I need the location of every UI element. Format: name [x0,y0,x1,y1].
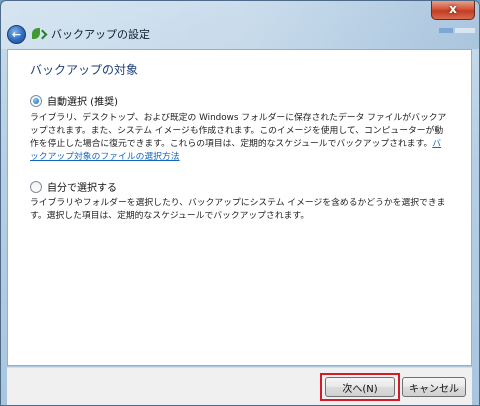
background-window-fragment [439,28,453,33]
background-window-fragment [455,28,475,33]
radio-button-manual[interactable] [30,180,42,193]
option-automatic[interactable]: 自動選択 (推奨) [30,93,118,108]
dialog-title: バックアップの設定 [51,28,150,41]
option-manual-description: ライブラリやフォルダーを選択したり、バックアップにシステム イメージを含めるかど… [30,197,448,223]
button-bar: 次へ(N) キャンセル [7,367,472,405]
next-button-label: 次へ(N) [342,383,378,395]
next-button[interactable]: 次へ(N) [325,377,395,397]
content-panel: バックアップの対象 自動選択 (推奨) ライブラリ、デスクトップ、および既定の … [7,49,472,366]
close-icon: x [449,2,457,16]
cancel-button-label: キャンセル [409,383,459,395]
navigation-bar: ← バックアップの設定 [7,23,150,45]
option-automatic-label[interactable]: 自動選択 (推奨) [47,93,118,108]
section-heading: バックアップの対象 [30,63,139,77]
backup-app-icon [31,26,48,42]
radio-button-automatic[interactable] [30,94,42,107]
option-manual-description-text: ライブラリやフォルダーを選択したり、バックアップにシステム イメージを含めるかど… [30,198,446,221]
option-automatic-description-text: ライブラリ、デスクトップ、および既定の Windows フォルダーに保存されたデ… [30,113,447,149]
option-automatic-description: ライブラリ、デスクトップ、および既定の Windows フォルダーに保存されたデ… [30,112,448,164]
option-manual[interactable]: 自分で選択する [30,179,117,194]
radio-selected-dot [33,97,39,104]
cancel-button[interactable]: キャンセル [402,377,466,397]
option-manual-label[interactable]: 自分で選択する [47,179,117,194]
close-button[interactable]: x [431,1,475,20]
back-arrow-icon: ← [11,27,22,41]
back-button[interactable]: ← [7,24,26,44]
